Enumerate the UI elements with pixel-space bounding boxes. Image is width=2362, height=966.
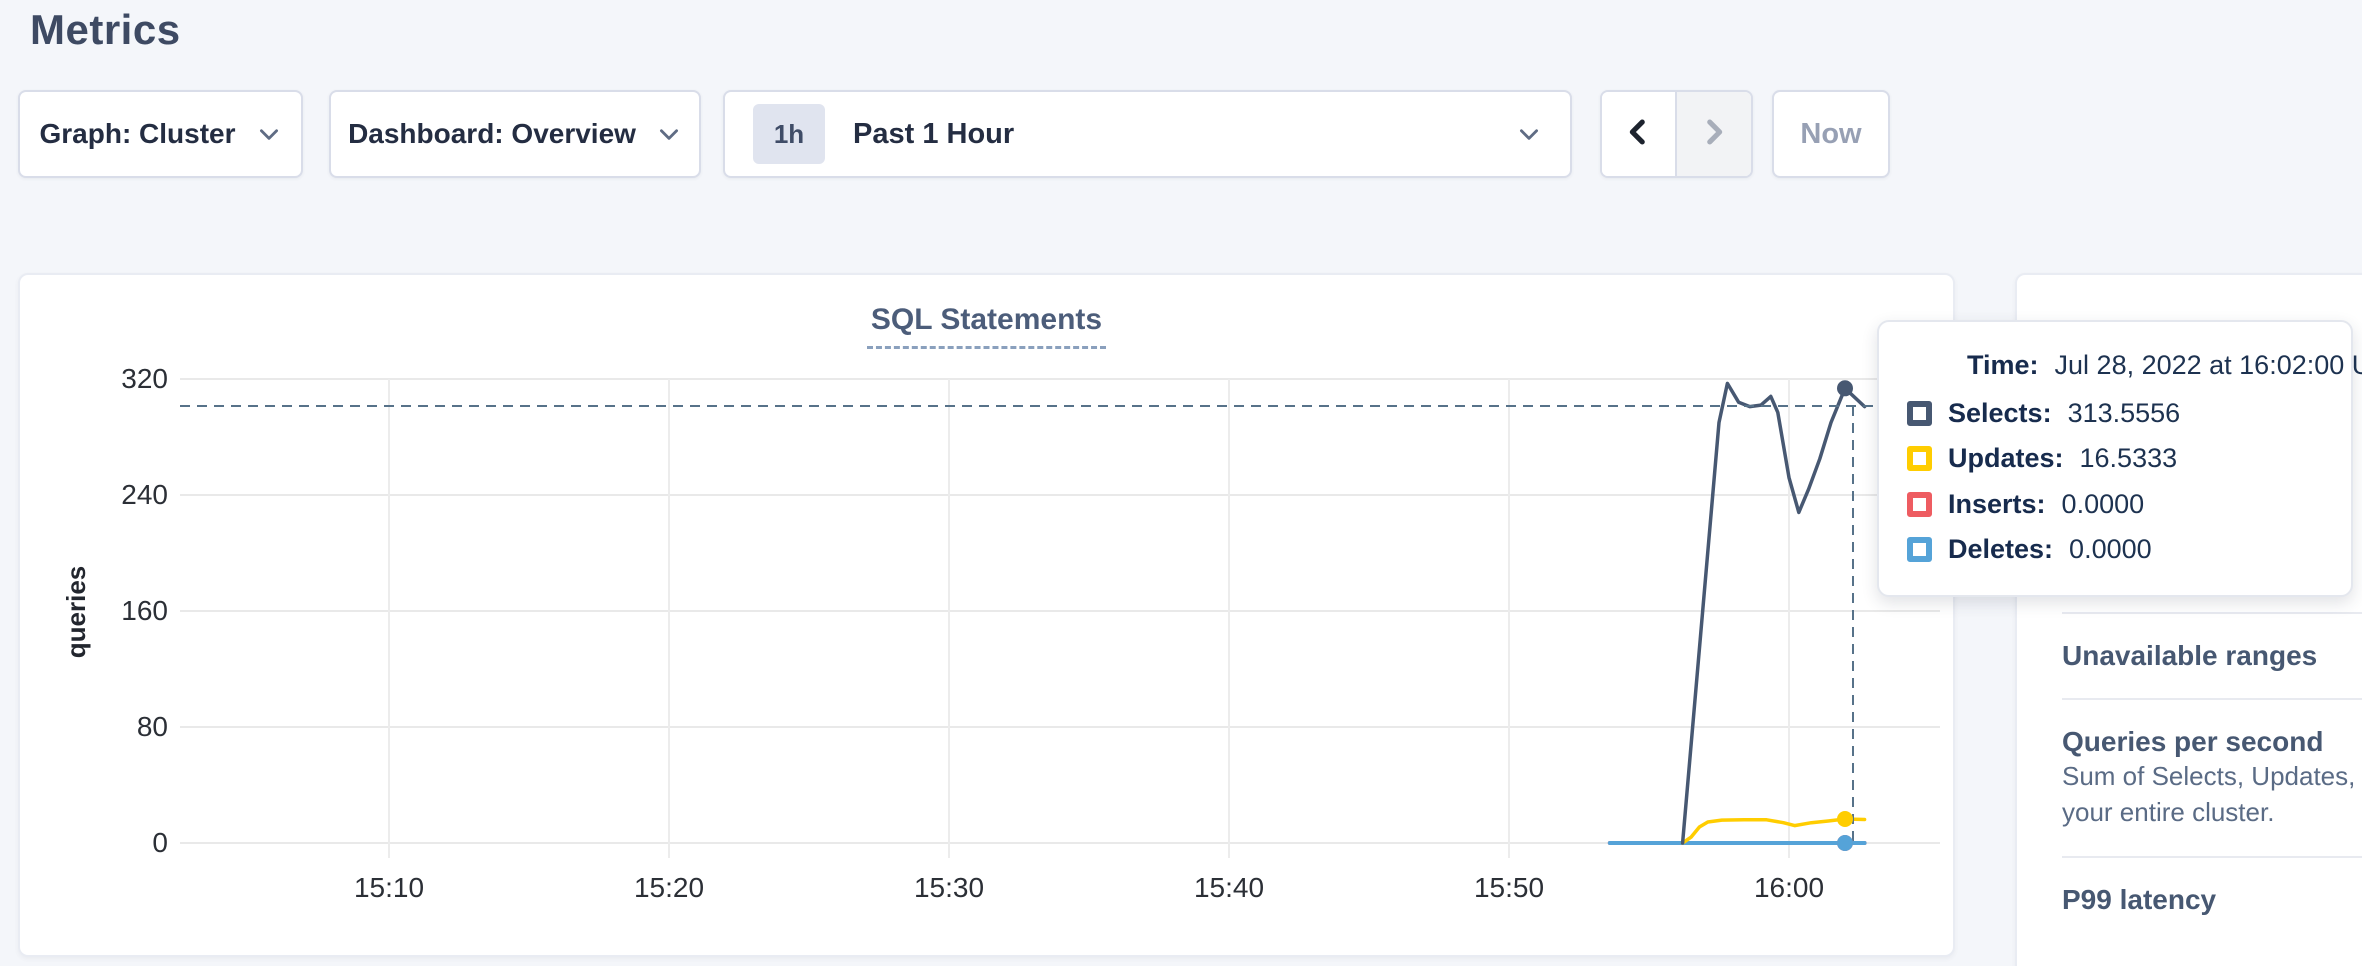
tooltip-row-inserts: Inserts: 0.0000 [1907,487,2144,521]
tooltip-series-value: 313.5556 [2068,398,2181,429]
graph-dropdown[interactable]: Graph: Cluster [18,90,303,178]
x-tick-label: 15:10 [329,872,449,904]
prev-time-range-button[interactable] [1602,92,1677,176]
y-tick-label: 0 [98,827,168,859]
time-range-badge: 1h [753,104,825,164]
dashboard-dropdown[interactable]: Dashboard: Overview [329,90,701,178]
sidebar-section-heading: Queries per second [2062,726,2362,758]
x-tick-label: 15:30 [889,872,1009,904]
tooltip-series-label: Selects: [1948,398,2052,429]
dashboard-dropdown-label: Dashboard: Overview [348,118,636,150]
page-title: Metrics [30,6,181,54]
legend-swatch-updates [1907,446,1932,471]
y-tick-label: 320 [98,363,168,395]
tooltip-row-updates: Updates: 16.5333 [1907,442,2177,476]
sidebar-section: P99 latency [2062,856,2362,942]
y-tick-label: 240 [98,479,168,511]
sidebar-section-description-line: Sum of Selects, Updates, Inserts, and [2062,758,2362,794]
chart-title-wrap: SQL Statements [18,303,1955,349]
y-axis-label: queries [61,512,95,712]
x-tick-label: 15:20 [609,872,729,904]
tooltip-series-value: 16.5333 [2080,443,2178,474]
tooltip-series-value: 0.0000 [2069,534,2152,565]
y-tick-label: 80 [98,711,168,743]
chevron-down-icon [656,121,682,147]
tooltip-time-prefix: Time: [1967,350,2039,381]
tooltip-series-value: 0.0000 [2062,489,2145,520]
tooltip-series-label: Deletes: [1948,534,2053,565]
graph-dropdown-label: Graph: Cluster [39,118,235,150]
time-range-selector[interactable]: 1h Past 1 Hour [723,90,1572,178]
sidebar-section-heading: Unavailable ranges [2062,640,2362,672]
legend-swatch-deletes [1907,537,1932,562]
x-tick-label: 15:40 [1169,872,1289,904]
tooltip-time-row: Time: Jul 28, 2022 at 16:02:00 UTC [1967,348,2362,382]
x-tick-label: 15:50 [1449,872,1569,904]
sidebar-section-description-line: your entire cluster. [2062,794,2362,830]
chart-title-link[interactable]: SQL Statements [867,303,1106,349]
now-button[interactable]: Now [1772,90,1890,178]
time-pager [1600,90,1753,178]
tooltip-series-label: Updates: [1948,443,2064,474]
tooltip-row-deletes: Deletes: 0.0000 [1907,533,2152,567]
x-tick-label: 16:00 [1729,872,1849,904]
chevron-left-icon [1621,115,1655,154]
legend-swatch-selects [1907,401,1932,426]
tooltip-row-selects: Selects: 313.5556 [1907,396,2180,430]
time-range-label: Past 1 Hour [853,118,1516,151]
sidebar-section-heading: P99 latency [2062,884,2362,916]
chart-hover-tooltip: Time: Jul 28, 2022 at 16:02:00 UTC Selec… [1877,320,2353,597]
summary-sidebar-content: Unavailable ranges Queries per secondSum … [2062,612,2362,942]
next-time-range-button[interactable] [1677,92,1752,176]
chevron-down-icon [1516,121,1542,147]
tooltip-series-label: Inserts: [1948,489,2046,520]
tooltip-time-value: Jul 28, 2022 at 16:02:00 UTC [2055,350,2362,381]
sidebar-section: Queries per secondSum of Selects, Update… [2062,698,2362,856]
y-tick-label: 160 [98,595,168,627]
legend-swatch-inserts [1907,492,1932,517]
sidebar-section: Unavailable ranges [2062,612,2362,698]
sql-statements-chart-card [18,273,1955,957]
chevron-down-icon [256,121,282,147]
chevron-right-icon [1697,115,1731,154]
